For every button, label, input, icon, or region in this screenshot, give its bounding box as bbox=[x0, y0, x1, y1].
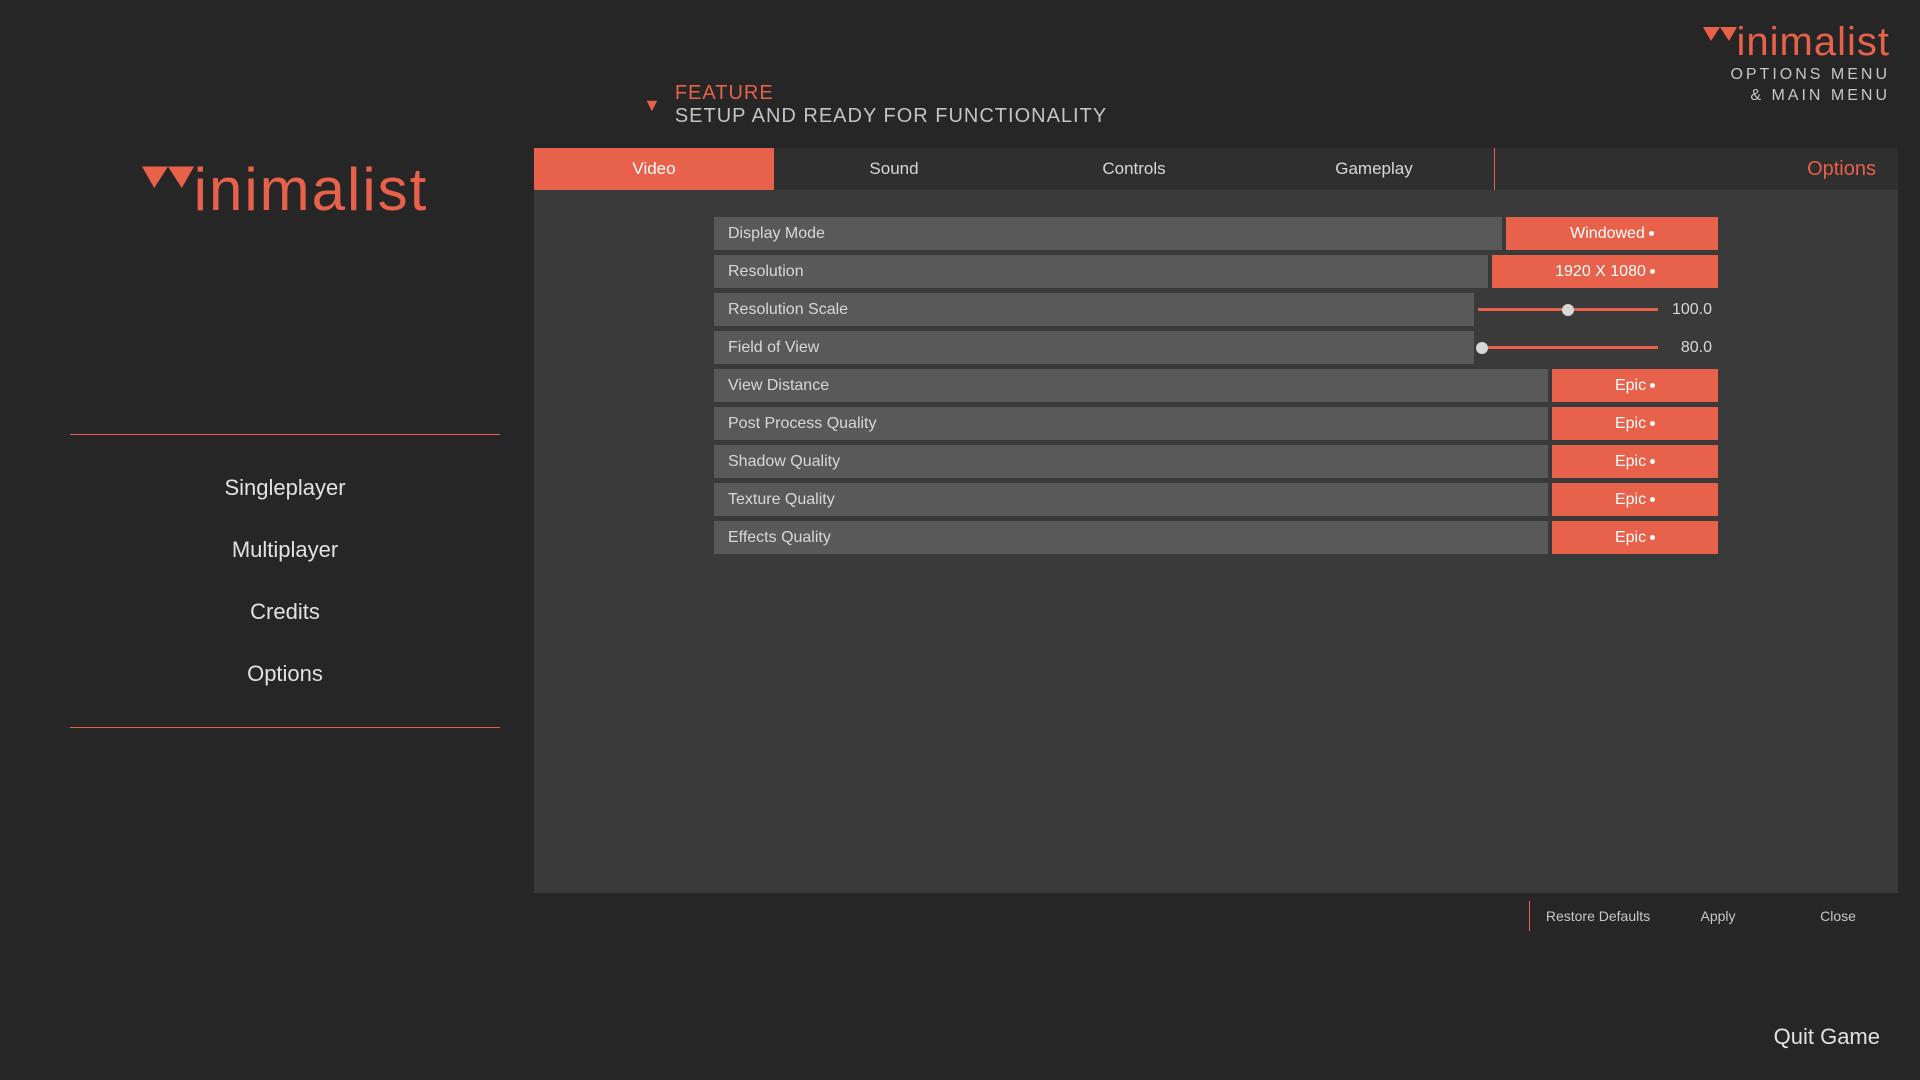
tab-gameplay[interactable]: Gameplay bbox=[1254, 148, 1494, 190]
brand-logo: inimalist bbox=[70, 155, 500, 224]
options-panel: Video Sound Controls Gameplay Options Di… bbox=[534, 148, 1898, 893]
caret-down-icon: ▼ bbox=[643, 95, 661, 116]
setting-dropdown[interactable]: 1920 X 1080 bbox=[1492, 255, 1718, 288]
setting-label: Field of View bbox=[714, 331, 1474, 364]
panel-title: Options bbox=[1807, 148, 1898, 190]
setting-dropdown[interactable]: Epic bbox=[1552, 369, 1718, 402]
footer-separator bbox=[1529, 901, 1530, 931]
feature-header: ▼ FEATURE SETUP AND READY FOR FUNCTIONAL… bbox=[643, 82, 1107, 128]
setting-row: View Distance Epic bbox=[714, 369, 1718, 402]
setting-label: Post Process Quality bbox=[714, 407, 1548, 440]
setting-label: Resolution Scale bbox=[714, 293, 1474, 326]
slider-thumb[interactable] bbox=[1476, 342, 1488, 354]
dropdown-value: Windowed bbox=[1570, 225, 1645, 243]
setting-label: Texture Quality bbox=[714, 483, 1548, 516]
setting-dropdown[interactable]: Epic bbox=[1552, 445, 1718, 478]
feature-label: FEATURE bbox=[675, 82, 1107, 105]
dropdown-value: Epic bbox=[1615, 377, 1646, 395]
setting-slider[interactable]: 80.0 bbox=[1478, 331, 1718, 364]
dropdown-bullet-icon bbox=[1650, 269, 1655, 274]
menu-credits[interactable]: Credits bbox=[70, 581, 500, 643]
setting-row: Post Process Quality Epic bbox=[714, 407, 1718, 440]
menu-multiplayer[interactable]: Multiplayer bbox=[70, 519, 500, 581]
menu-options[interactable]: Options bbox=[70, 643, 500, 705]
main-menu: Singleplayer Multiplayer Credits Options bbox=[70, 434, 500, 728]
settings-body: Display Mode Windowed Resolution 1920 X 108… bbox=[534, 190, 1898, 893]
setting-label: Resolution bbox=[714, 255, 1488, 288]
dropdown-bullet-icon bbox=[1650, 421, 1655, 426]
close-button[interactable]: Close bbox=[1778, 908, 1898, 924]
tab-video[interactable]: Video bbox=[534, 148, 774, 190]
dropdown-bullet-icon bbox=[1650, 459, 1655, 464]
setting-dropdown[interactable]: Epic bbox=[1552, 521, 1718, 554]
options-footer: Restore Defaults Apply Close bbox=[534, 895, 1898, 937]
slider-track[interactable] bbox=[1478, 308, 1658, 311]
setting-label: Shadow Quality bbox=[714, 445, 1548, 478]
restore-defaults-button[interactable]: Restore Defaults bbox=[1538, 908, 1658, 924]
top-right-info: inimalist OPTIONS MENU & MAIN MENU bbox=[1703, 20, 1890, 107]
setting-label: View Distance bbox=[714, 369, 1548, 402]
brand-logo-small: inimalist bbox=[1703, 20, 1890, 65]
setting-label: Effects Quality bbox=[714, 521, 1548, 554]
dropdown-bullet-icon bbox=[1649, 231, 1654, 236]
slider-thumb[interactable] bbox=[1562, 304, 1574, 316]
setting-slider[interactable]: 100.0 bbox=[1478, 293, 1718, 326]
slider-value: 80.0 bbox=[1658, 339, 1712, 357]
setting-row: Texture Quality Epic bbox=[714, 483, 1718, 516]
slider-track[interactable] bbox=[1478, 346, 1658, 349]
dropdown-value: 1920 X 1080 bbox=[1555, 263, 1646, 281]
quit-game-button[interactable]: Quit Game bbox=[1774, 1024, 1880, 1050]
brand-text: inimalist bbox=[194, 156, 429, 223]
tab-sound[interactable]: Sound bbox=[774, 148, 1014, 190]
subtitle-line2: & MAIN MENU bbox=[1703, 86, 1890, 107]
feature-subtitle: SETUP AND READY FOR FUNCTIONALITY bbox=[675, 105, 1107, 128]
apply-button[interactable]: Apply bbox=[1658, 908, 1778, 924]
setting-dropdown[interactable]: Epic bbox=[1552, 483, 1718, 516]
dropdown-bullet-icon bbox=[1650, 535, 1655, 540]
setting-row: Display Mode Windowed bbox=[714, 217, 1718, 250]
dropdown-bullet-icon bbox=[1650, 383, 1655, 388]
setting-row: Shadow Quality Epic bbox=[714, 445, 1718, 478]
setting-dropdown[interactable]: Windowed bbox=[1506, 217, 1718, 250]
dropdown-value: Epic bbox=[1615, 491, 1646, 509]
slider-value: 100.0 bbox=[1658, 301, 1712, 319]
setting-row: Resolution Scale 100.0 bbox=[714, 293, 1718, 326]
tab-controls[interactable]: Controls bbox=[1014, 148, 1254, 190]
setting-dropdown[interactable]: Epic bbox=[1552, 407, 1718, 440]
setting-row: Field of View 80.0 bbox=[714, 331, 1718, 364]
setting-label: Display Mode bbox=[714, 217, 1502, 250]
subtitle-line1: OPTIONS MENU bbox=[1703, 65, 1890, 86]
brand-mark-icon bbox=[142, 166, 194, 216]
dropdown-bullet-icon bbox=[1650, 497, 1655, 502]
dropdown-value: Epic bbox=[1615, 453, 1646, 471]
brand-mark-icon bbox=[1703, 27, 1737, 59]
setting-row: Resolution 1920 X 1080 bbox=[714, 255, 1718, 288]
setting-row: Effects Quality Epic bbox=[714, 521, 1718, 554]
tabs-separator bbox=[1494, 148, 1495, 190]
dropdown-value: Epic bbox=[1615, 415, 1646, 433]
dropdown-value: Epic bbox=[1615, 529, 1646, 547]
brand-text-small: inimalist bbox=[1737, 20, 1890, 64]
options-tabs: Video Sound Controls Gameplay Options bbox=[534, 148, 1898, 190]
main-menu-sidebar: inimalist Singleplayer Multiplayer Credi… bbox=[70, 155, 500, 728]
menu-singleplayer[interactable]: Singleplayer bbox=[70, 457, 500, 519]
